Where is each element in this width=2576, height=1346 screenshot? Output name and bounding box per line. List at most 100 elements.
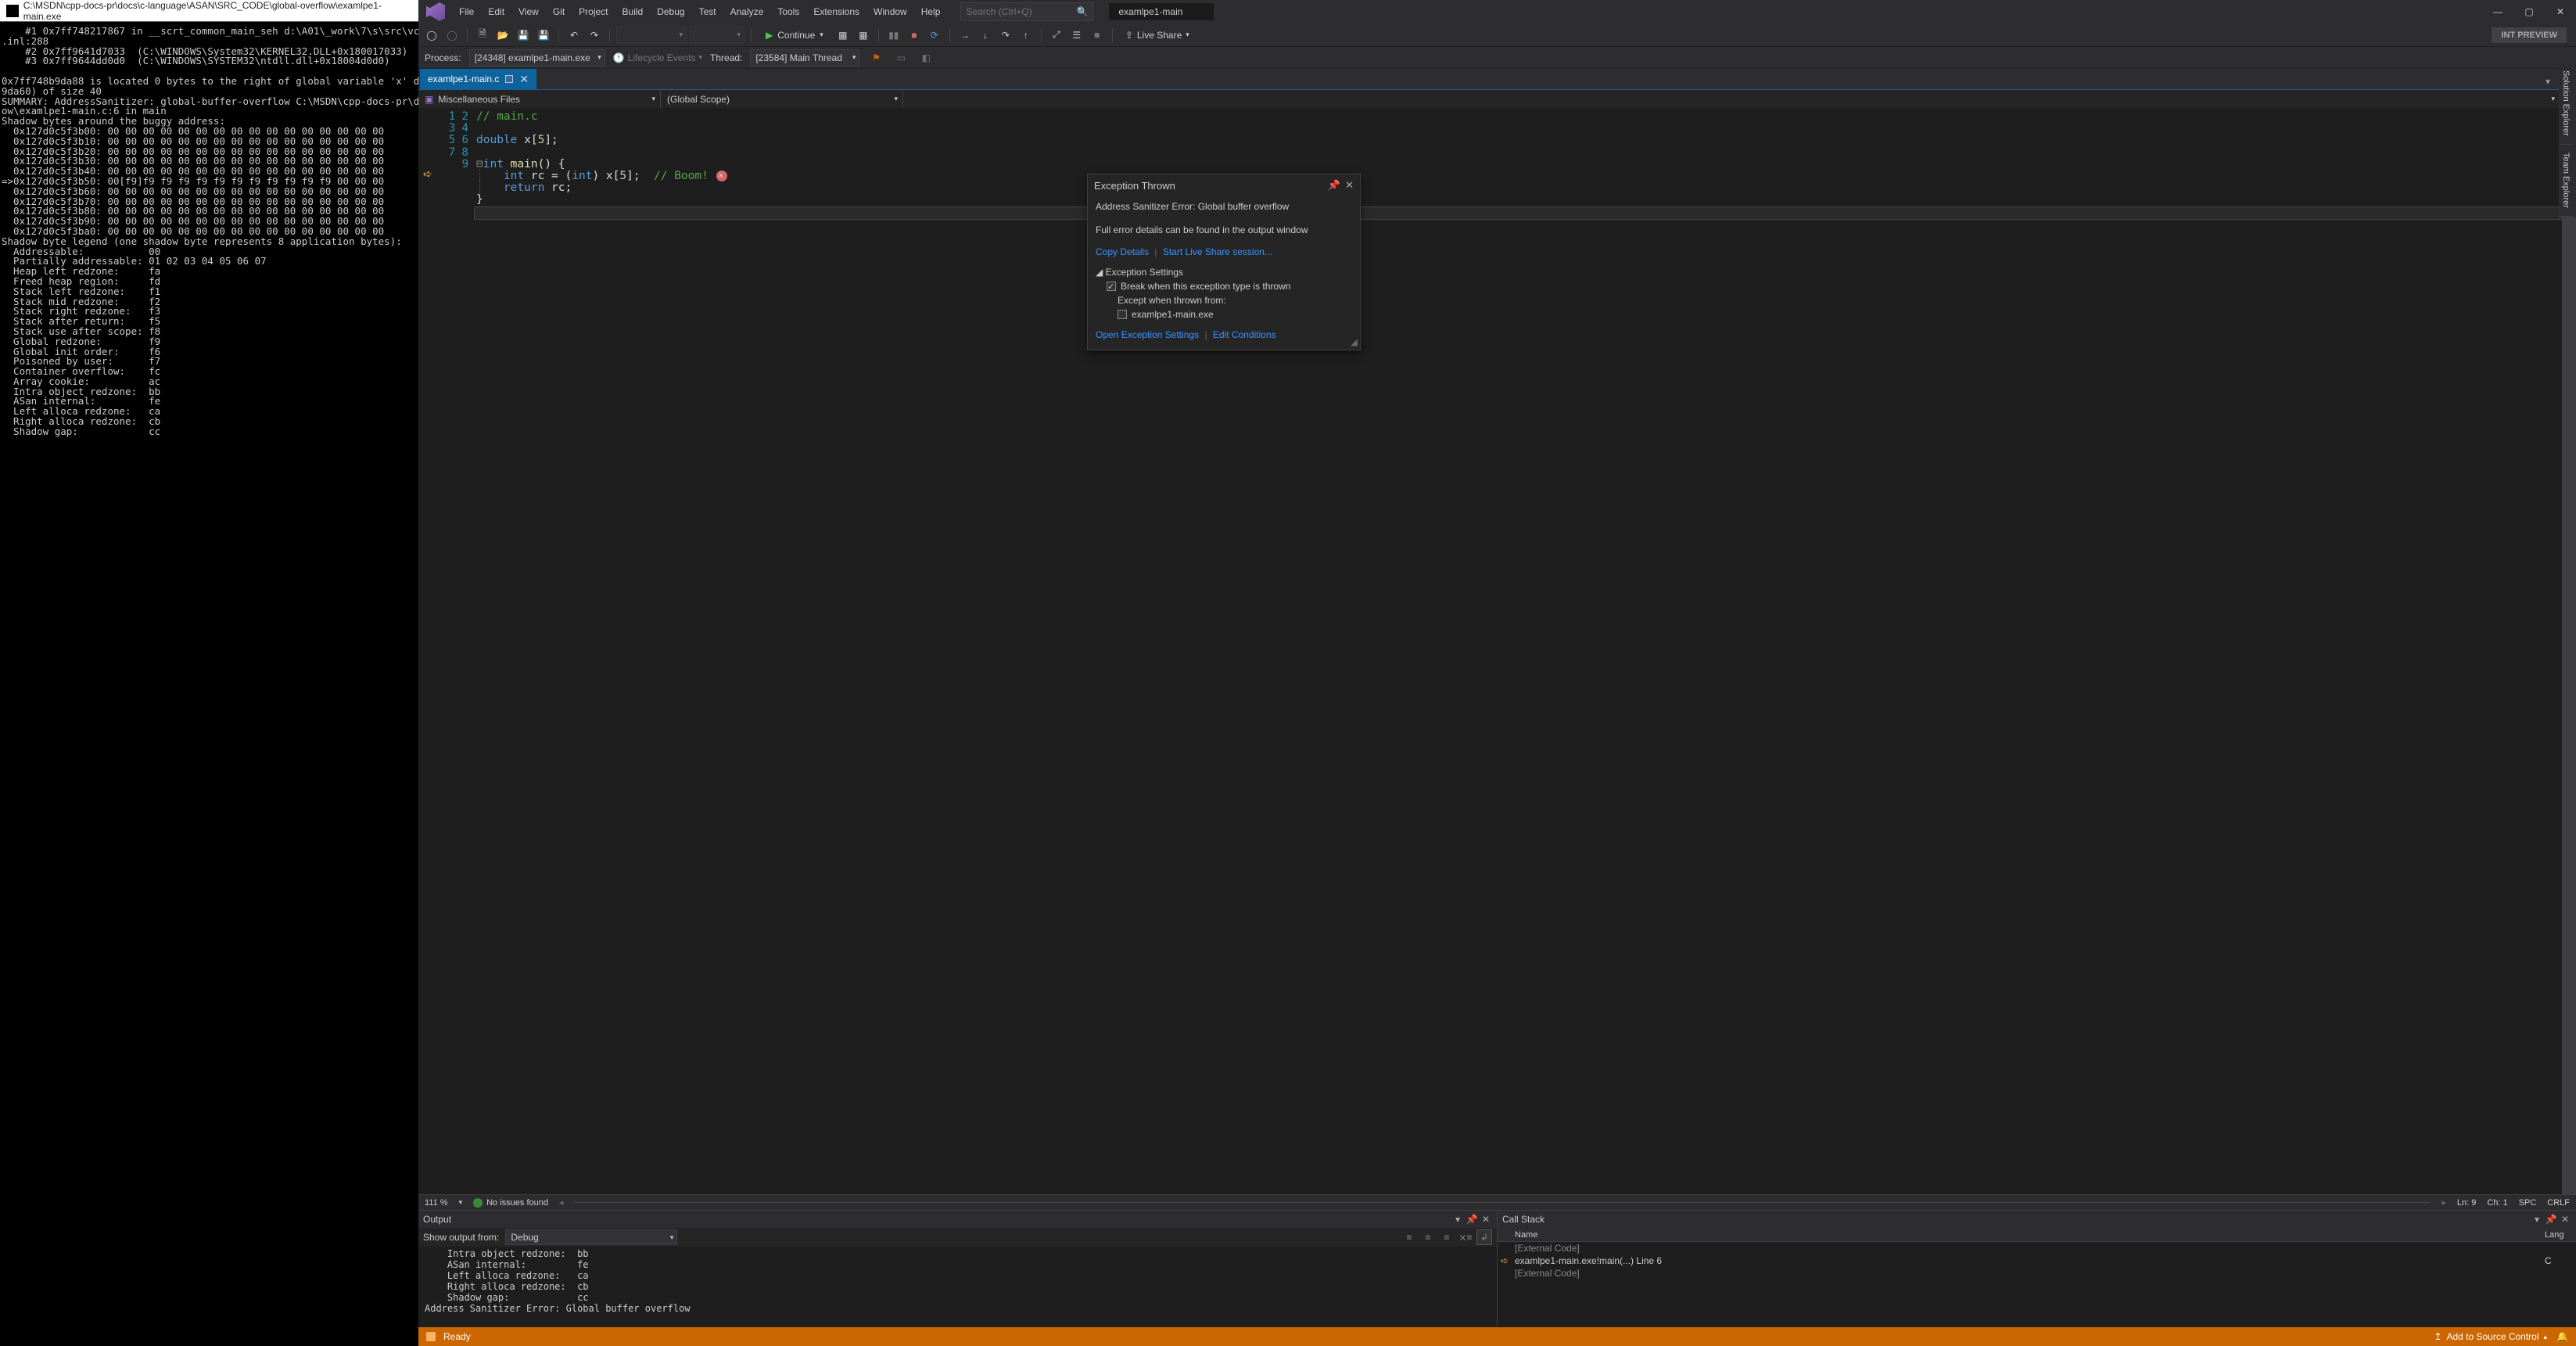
- nav-back-button[interactable]: ◯: [423, 27, 440, 44]
- callstack-row[interactable]: [External Code]: [1498, 1242, 2576, 1254]
- step-over-button[interactable]: ↷: [997, 27, 1014, 44]
- save-all-button[interactable]: 💾: [535, 27, 552, 44]
- solution-platform-combo[interactable]: [690, 27, 744, 44]
- output-tb-3[interactable]: ≡: [1439, 1229, 1455, 1245]
- callstack-close-button[interactable]: ✕: [2559, 1214, 2571, 1225]
- output-pin-button[interactable]: 📌: [1466, 1214, 1478, 1225]
- callstack-row[interactable]: ➪examlpe1-main.exe!main(...) Line 6C: [1498, 1254, 2576, 1267]
- output-wrap-button[interactable]: ↲: [1476, 1229, 1492, 1245]
- status-text: Ready: [443, 1331, 471, 1342]
- solution-config-combo[interactable]: [616, 27, 687, 44]
- output-source-combo[interactable]: Debug: [505, 1229, 677, 1245]
- minimize-button[interactable]: —: [2482, 0, 2513, 23]
- process-combo[interactable]: [24348] examlpe1-main.exe: [469, 49, 605, 66]
- flag-button[interactable]: ⚑: [867, 49, 884, 66]
- exception-settings-header[interactable]: ◢ Exception Settings: [1096, 265, 1352, 279]
- thread-combo[interactable]: [23584] Main Thread: [750, 49, 859, 66]
- dbg-btn-2[interactable]: ▦: [855, 27, 872, 44]
- callstack-row[interactable]: [External Code]: [1498, 1267, 2576, 1280]
- dbg-btn-1[interactable]: ▦: [834, 27, 852, 44]
- callstack-list[interactable]: [External Code] ➪examlpe1-main.exe!main(…: [1498, 1242, 2576, 1327]
- document-tabstrip: examlpe1-main.c ✕ ▾ ✲: [418, 69, 2576, 89]
- menu-test[interactable]: Test: [693, 3, 723, 20]
- menu-git[interactable]: Git: [547, 3, 571, 20]
- step-out-button[interactable]: ↑: [1017, 27, 1035, 44]
- menu-tools[interactable]: Tools: [771, 3, 805, 20]
- exception-popup: Exception Thrown 📌 ✕ Address Sanitizer E…: [1087, 174, 1361, 350]
- add-source-control-button[interactable]: ↥ Add to Source Control ▴: [2434, 1331, 2547, 1342]
- nav-fwd-button[interactable]: ◯: [443, 27, 461, 44]
- step-into-button[interactable]: ↓: [977, 27, 994, 44]
- menu-debug[interactable]: Debug: [651, 3, 691, 20]
- callstack-pin-button[interactable]: 📌: [2545, 1214, 2557, 1225]
- callstack-title: Call Stack: [1502, 1214, 1545, 1225]
- menu-window[interactable]: Window: [867, 3, 913, 20]
- code-editor[interactable]: ➪ 1 2 3 4 5 6 7 8 9 // main.c double x[5…: [418, 108, 2576, 1194]
- break-checkbox[interactable]: [1107, 282, 1116, 291]
- copy-details-link[interactable]: Copy Details: [1096, 246, 1149, 257]
- output-close-button[interactable]: ✕: [1480, 1214, 1492, 1225]
- file-scope-combo[interactable]: (Global Scope): [661, 90, 903, 108]
- editor-scrollbar[interactable]: [2562, 108, 2576, 1194]
- menu-view[interactable]: View: [512, 3, 545, 20]
- menu-help[interactable]: Help: [915, 3, 947, 20]
- code-content[interactable]: // main.c double x[5]; ⊟int main() { ┊ i…: [476, 108, 2562, 1194]
- menu-analyze[interactable]: Analyze: [724, 3, 770, 20]
- output-tb-1[interactable]: ≡: [1401, 1229, 1417, 1245]
- edit-conditions-link[interactable]: Edit Conditions: [1213, 329, 1276, 340]
- start-liveshare-link[interactable]: Start Live Share session...: [1163, 246, 1272, 257]
- restart-button[interactable]: ⟳: [926, 27, 943, 44]
- output-clear-button[interactable]: ⨯≡: [1458, 1229, 1473, 1245]
- dbg-tool-3[interactable]: ≡: [1089, 27, 1106, 44]
- pin-icon[interactable]: [505, 75, 513, 83]
- project-scope-combo[interactable]: ▣ Miscellaneous Files: [418, 90, 661, 108]
- team-explorer-tab[interactable]: Team Explorer: [2559, 145, 2573, 217]
- stop-button[interactable]: ■: [906, 27, 923, 44]
- ok-icon: [473, 1198, 483, 1208]
- new-project-button[interactable]: 🗎: [474, 27, 491, 44]
- issues-indicator[interactable]: No issues found: [473, 1198, 548, 1208]
- open-exception-settings-link[interactable]: Open Exception Settings: [1096, 329, 1199, 340]
- console-window: C:\MSDN\cpp-docs-pr\docs\c-language\ASAN…: [0, 0, 418, 1346]
- output-tb-2[interactable]: ≡: [1420, 1229, 1436, 1245]
- console-output[interactable]: #1 0x7ff748217867 in __scrt_common_main_…: [0, 22, 418, 1346]
- lifecycle-events-toggle[interactable]: 🕐 Lifecycle Events▾: [613, 52, 702, 63]
- tab-dropdown-button[interactable]: ▾: [2540, 74, 2556, 89]
- menu-file[interactable]: File: [453, 3, 480, 20]
- undo-button[interactable]: ↶: [565, 27, 583, 44]
- menu-edit[interactable]: Edit: [482, 3, 511, 20]
- pause-button[interactable]: ▮▮: [885, 27, 902, 44]
- redo-button[interactable]: ↷: [586, 27, 603, 44]
- dbg-tool-2[interactable]: ☰: [1068, 27, 1085, 44]
- dbg-tool-1[interactable]: ⤢: [1048, 27, 1065, 44]
- show-next-statement-button[interactable]: →: [956, 27, 974, 44]
- notifications-button[interactable]: 🔔: [2556, 1331, 2568, 1342]
- exception-close-button[interactable]: ✕: [1345, 179, 1354, 192]
- exception-pin-button[interactable]: 📌: [1328, 179, 1340, 192]
- save-button[interactable]: 💾: [515, 27, 532, 44]
- menu-extensions[interactable]: Extensions: [807, 3, 866, 20]
- search-box[interactable]: 🔍: [960, 2, 1093, 21]
- titlebar: File Edit View Git Project Build Debug T…: [418, 0, 2576, 23]
- output-text[interactable]: Intra object redzone: bb ASan internal: …: [418, 1247, 1497, 1327]
- open-file-button[interactable]: 📂: [494, 27, 511, 44]
- continue-button[interactable]: ▶ Continue ▾: [758, 27, 831, 44]
- misc-dbg-button[interactable]: ◧: [917, 49, 935, 66]
- callstack-dropdown-button[interactable]: ▾: [2531, 1214, 2543, 1225]
- close-tab-button[interactable]: ✕: [519, 73, 529, 86]
- file-tab[interactable]: examlpe1-main.c ✕: [420, 69, 536, 89]
- except-item-checkbox[interactable]: [1118, 310, 1127, 319]
- maximize-button[interactable]: ▢: [2513, 0, 2545, 23]
- search-input[interactable]: [966, 6, 1076, 17]
- close-button[interactable]: ✕: [2545, 0, 2576, 23]
- solution-explorer-tab[interactable]: Solution Explorer: [2559, 63, 2573, 145]
- console-titlebar[interactable]: C:\MSDN\cpp-docs-pr\docs\c-language\ASAN…: [0, 0, 418, 22]
- menu-project[interactable]: Project: [572, 3, 614, 20]
- output-dropdown-button[interactable]: ▾: [1451, 1214, 1464, 1225]
- menu-build[interactable]: Build: [616, 3, 650, 20]
- live-share-button[interactable]: ⇪ Live Share ▾: [1125, 30, 1189, 41]
- zoom-level[interactable]: 111 %: [425, 1198, 448, 1208]
- resize-grip-icon[interactable]: ◢: [1351, 336, 1358, 347]
- stack-frame-button[interactable]: ▭: [892, 49, 909, 66]
- member-scope-combo[interactable]: [903, 90, 2560, 108]
